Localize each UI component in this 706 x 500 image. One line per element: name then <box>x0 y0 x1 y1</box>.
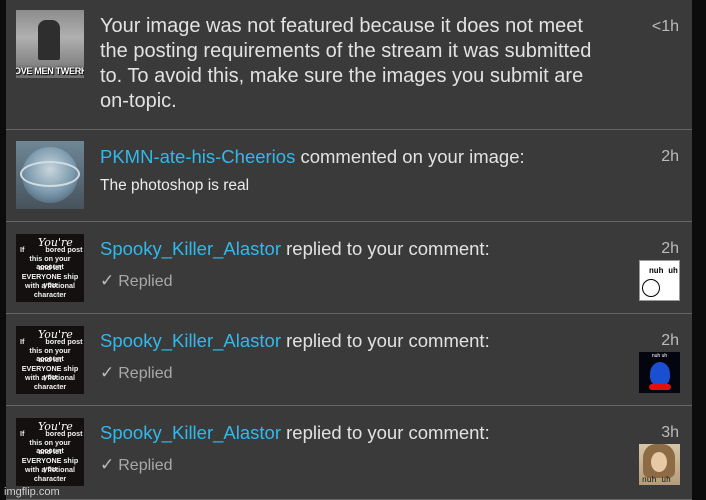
meme-line: with a fictional <box>25 281 75 290</box>
ring-shape <box>20 161 80 187</box>
meme-line: bored post <box>45 429 83 438</box>
notification-action: replied to your comment: <box>286 238 490 259</box>
reply-thumbnail[interactable]: nuh uh <box>639 444 680 485</box>
notification-item[interactable]: You're If bored post this on your accoun… <box>6 406 692 500</box>
reply-thumbnail-text: nuh uh <box>642 476 671 485</box>
notification-item[interactable]: You're If bored post this on your accoun… <box>6 222 692 314</box>
meme-line: bored post <box>45 245 83 254</box>
notification-time: 2h <box>661 240 679 257</box>
notification-item[interactable]: OVE MEN TWERKI! Your image was not featu… <box>6 0 692 130</box>
replied-status: ✓ Replied <box>100 455 173 475</box>
username-link[interactable]: Spooky_Killer_Alastor <box>100 422 281 443</box>
notification-action: commented on your image: <box>300 146 525 167</box>
notification-time: 2h <box>661 332 679 349</box>
meme-line: and let <box>38 263 62 272</box>
reply-thumbnail-text: nuh uh <box>649 267 678 276</box>
meme-line: and let <box>38 355 62 364</box>
meme-line: and let <box>38 447 62 456</box>
comment-text: The photoshop is real <box>100 177 250 194</box>
meme-line: with a fictional <box>25 373 75 382</box>
scrollbar-track[interactable] <box>692 0 706 500</box>
reply-thumbnail[interactable]: nuh uh <box>639 260 680 301</box>
replied-label: Replied <box>118 457 173 474</box>
figure-shape <box>38 20 60 60</box>
notification-thumbnail[interactable]: You're If bored post this on your accoun… <box>16 234 84 302</box>
thumbnail-caption: OVE MEN TWERKI! <box>16 66 84 76</box>
notification-time: <1h <box>651 18 679 35</box>
notification-thumbnail[interactable] <box>16 141 84 209</box>
notification-heading: Spooky_Killer_Alastor replied to your co… <box>100 238 490 260</box>
meme-line: character <box>33 290 67 299</box>
face-shape <box>642 279 660 297</box>
notification-thumbnail[interactable]: You're If bored post this on your accoun… <box>16 418 84 486</box>
username-link[interactable]: PKMN-ate-his-Cheerios <box>100 146 295 167</box>
check-icon: ✓ <box>100 455 115 474</box>
replied-label: Replied <box>118 273 173 290</box>
notification-time: 2h <box>661 148 679 165</box>
notification-thumbnail[interactable]: You're If bored post this on your accoun… <box>16 326 84 394</box>
notification-message: Your image was not featured because it d… <box>100 15 592 112</box>
replied-label: Replied <box>118 365 173 382</box>
replied-status: ✓ Replied <box>100 271 173 291</box>
character-shape <box>650 362 670 386</box>
meme-line: bored post <box>45 337 83 346</box>
notification-item[interactable]: PKMN-ate-his-Cheerios commented on your … <box>6 130 692 222</box>
notification-item[interactable]: You're If bored post this on your accoun… <box>6 314 692 406</box>
notification-heading: Spooky_Killer_Alastor replied to your co… <box>100 330 490 352</box>
reply-thumbnail[interactable]: nuh uh <box>639 352 680 393</box>
notification-action: replied to your comment: <box>286 422 490 443</box>
username-link[interactable]: Spooky_Killer_Alastor <box>100 238 281 259</box>
notification-heading: Spooky_Killer_Alastor replied to your co… <box>100 422 490 444</box>
meme-line: character <box>33 474 67 483</box>
notification-heading: PKMN-ate-his-Cheerios commented on your … <box>100 146 525 168</box>
face-shape <box>651 452 667 472</box>
replied-status: ✓ Replied <box>100 363 173 383</box>
notification-action: replied to your comment: <box>286 330 490 351</box>
notification-list: OVE MEN TWERKI! Your image was not featu… <box>6 0 692 500</box>
watermark: imgflip.com <box>4 486 60 498</box>
notification-thumbnail[interactable]: OVE MEN TWERKI! <box>16 10 84 78</box>
shoe-shape <box>649 384 671 390</box>
meme-line: with a fictional <box>25 465 75 474</box>
meme-line: character <box>33 382 67 391</box>
reply-thumbnail-text: nuh uh <box>651 353 668 359</box>
check-icon: ✓ <box>100 363 115 382</box>
check-icon: ✓ <box>100 271 115 290</box>
notification-time: 3h <box>661 424 679 441</box>
username-link[interactable]: Spooky_Killer_Alastor <box>100 330 281 351</box>
